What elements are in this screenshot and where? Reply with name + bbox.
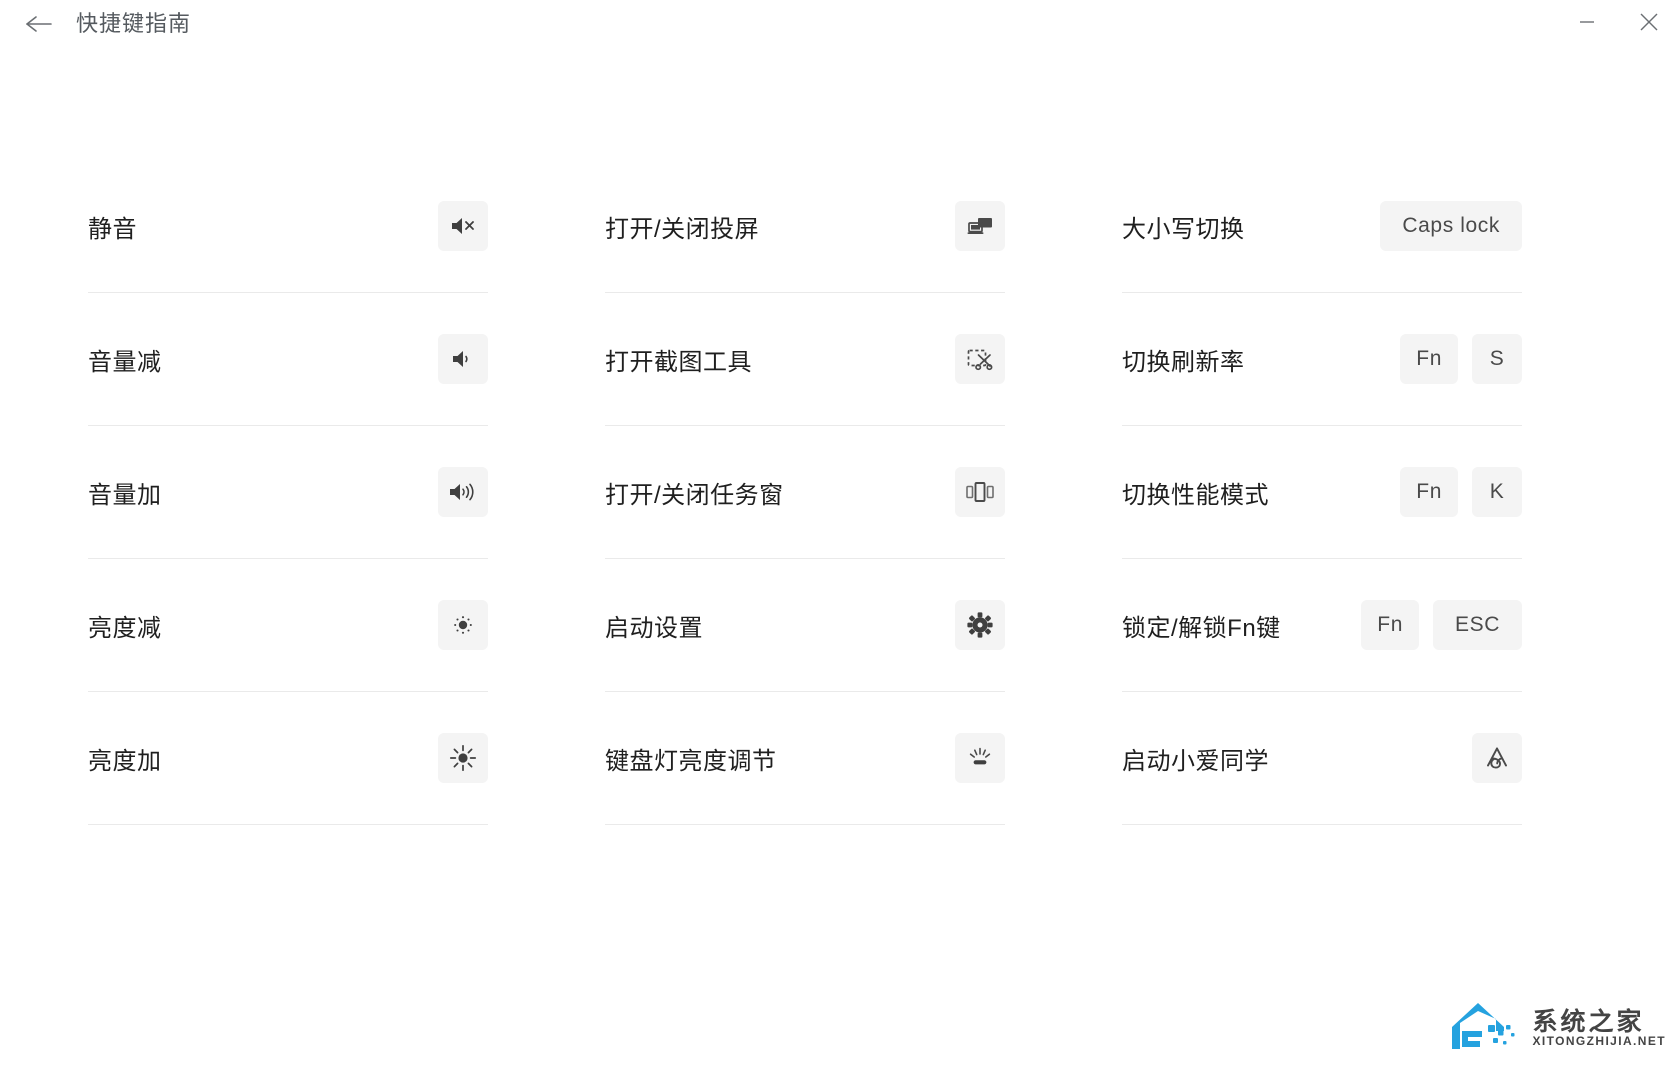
brightness-low-chip[interactable] (438, 600, 488, 650)
task-view-icon (965, 480, 995, 504)
shortcut-action: Fn ESC (1361, 600, 1522, 650)
shortcut-column-1: 静音 音量减 音量加 亮度减 亮度加 (88, 160, 488, 825)
volume-down-chip[interactable] (438, 334, 488, 384)
shortcut-label: 音量加 (88, 481, 162, 509)
shortcut-row-brightness-down: 亮度减 (88, 559, 488, 692)
settings-gear-chip[interactable] (955, 600, 1005, 650)
screen-cast-chip[interactable] (955, 201, 1005, 251)
volume-down-icon (450, 348, 476, 370)
shortcut-action (438, 733, 488, 783)
shortcut-label: 打开/关闭投屏 (605, 215, 760, 243)
shortcut-label: 键盘灯亮度调节 (605, 747, 777, 775)
shortcut-column-3: 大小写切换 Caps lock 切换刷新率 Fn S 切换性能模式 Fn K 锁… (1122, 160, 1522, 825)
volume-mute-icon (450, 215, 476, 237)
house-logo-icon (1448, 997, 1522, 1060)
watermark-cn: 系统之家 (1532, 1008, 1645, 1037)
shortcut-row-volume-down: 音量减 (88, 293, 488, 426)
key-caps-lock[interactable]: Caps lock (1380, 201, 1522, 251)
minimize-icon (1576, 11, 1598, 38)
shortcut-label: 打开/关闭任务窗 (605, 481, 784, 509)
shortcut-action (955, 467, 1005, 517)
shortcut-action (438, 600, 488, 650)
shortcut-grid: 静音 音量减 音量加 亮度减 亮度加 打开/关闭投屏 打开截图工具 打开/关闭任… (0, 48, 1680, 825)
shortcut-label: 亮度减 (88, 614, 162, 642)
volume-mute-chip[interactable] (438, 201, 488, 251)
shortcut-action: Caps lock (1380, 201, 1522, 251)
key-fn[interactable]: Fn (1400, 467, 1458, 517)
shortcut-action (438, 467, 488, 517)
keyboard-backlight-icon (966, 746, 994, 770)
shortcut-label: 锁定/解锁Fn键 (1122, 614, 1281, 642)
key-fn[interactable]: Fn (1400, 334, 1458, 384)
shortcut-action (438, 201, 488, 251)
watermark-en: XITONGZHIJIA.NET (1532, 1034, 1666, 1049)
shortcut-row-performance-mode: 切换性能模式 Fn K (1122, 426, 1522, 559)
window-controls (1556, 0, 1680, 48)
key-s[interactable]: S (1472, 334, 1522, 384)
xiaoai-assistant-chip[interactable] (1472, 733, 1522, 783)
task-view-chip[interactable] (955, 467, 1005, 517)
shortcut-column-2: 打开/关闭投屏 打开截图工具 打开/关闭任务窗 启动设置 键盘灯亮度调节 (605, 160, 1005, 825)
shortcut-label: 切换刷新率 (1122, 348, 1245, 376)
shortcut-row-refresh-rate: 切换刷新率 Fn S (1122, 293, 1522, 426)
key-fn[interactable]: Fn (1361, 600, 1420, 650)
page-title: 快捷键指南 (76, 11, 192, 36)
shortcut-row-screenshot: 打开截图工具 (605, 293, 1005, 426)
shortcut-action: Fn K (1400, 467, 1522, 517)
shortcut-row-caps-lock: 大小写切换 Caps lock (1122, 160, 1522, 293)
shortcut-row-task-view: 打开/关闭任务窗 (605, 426, 1005, 559)
shortcut-row-volume-up: 音量加 (88, 426, 488, 559)
shortcut-row-settings: 启动设置 (605, 559, 1005, 692)
shortcut-label: 切换性能模式 (1122, 481, 1269, 509)
volume-up-icon (449, 481, 477, 503)
shortcut-action (955, 201, 1005, 251)
xiaoai-assistant-icon (1482, 744, 1512, 772)
brightness-high-icon (449, 744, 477, 772)
brightness-high-chip[interactable] (438, 733, 488, 783)
watermark-text: 系统之家 XITONGZHIJIA.NET (1532, 1009, 1666, 1048)
shortcut-label: 打开截图工具 (605, 348, 752, 376)
shortcut-row-fn-lock: 锁定/解锁Fn键 Fn ESC (1122, 559, 1522, 692)
shortcut-row-mute: 静音 (88, 160, 488, 293)
key-k[interactable]: K (1472, 467, 1522, 517)
shortcut-label: 音量减 (88, 348, 162, 376)
keyboard-backlight-chip[interactable] (955, 733, 1005, 783)
shortcut-action (955, 733, 1005, 783)
shortcut-action (955, 334, 1005, 384)
back-button[interactable] (22, 7, 56, 41)
back-arrow-icon (24, 12, 54, 36)
shortcut-row-screen-cast: 打开/关闭投屏 (605, 160, 1005, 293)
shortcut-row-brightness-up: 亮度加 (88, 692, 488, 825)
key-esc[interactable]: ESC (1433, 600, 1522, 650)
brightness-low-icon (450, 612, 476, 638)
shortcut-label: 静音 (88, 215, 137, 243)
shortcut-action (955, 600, 1005, 650)
shortcut-action (1472, 733, 1522, 783)
volume-up-chip[interactable] (438, 467, 488, 517)
shortcut-label: 启动小爱同学 (1122, 747, 1269, 775)
shortcut-row-keyboard-backlight: 键盘灯亮度调节 (605, 692, 1005, 825)
shortcut-label: 亮度加 (88, 747, 162, 775)
shortcut-label: 启动设置 (605, 614, 703, 642)
settings-gear-icon (967, 612, 993, 638)
screen-cast-icon (966, 214, 994, 238)
minimize-button[interactable] (1556, 0, 1618, 48)
screenshot-tool-icon (966, 346, 994, 372)
close-button[interactable] (1618, 0, 1680, 48)
shortcut-action: Fn S (1400, 334, 1522, 384)
shortcut-action (438, 334, 488, 384)
watermark: 系统之家 XITONGZHIJIA.NET (1448, 997, 1666, 1060)
shortcut-label: 大小写切换 (1122, 215, 1245, 243)
screenshot-tool-chip[interactable] (955, 334, 1005, 384)
title-bar: 快捷键指南 (0, 0, 1680, 48)
close-icon (1637, 10, 1661, 39)
shortcut-row-xiaoai: 启动小爱同学 (1122, 692, 1522, 825)
